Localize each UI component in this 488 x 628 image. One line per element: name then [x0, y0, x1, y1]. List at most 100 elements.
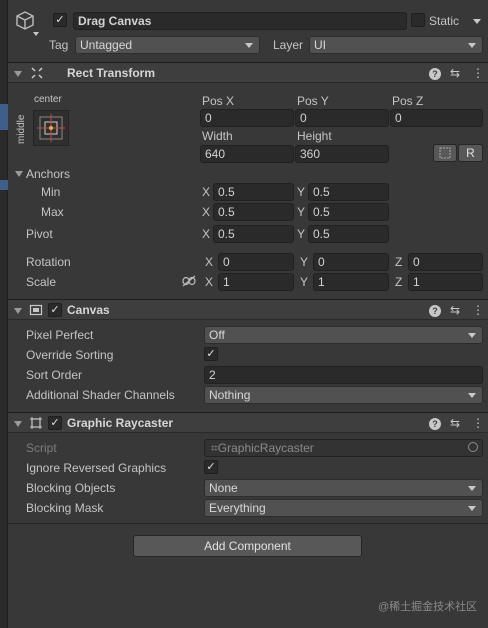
sort-order-label: Sort Order	[26, 368, 83, 382]
max-label: Max	[41, 205, 64, 219]
script-field: ⌗GraphicRaycaster	[204, 439, 483, 457]
pivot-y-axis: Y	[297, 227, 306, 241]
blocking-objects-dropdown[interactable]: None	[204, 479, 483, 497]
width-label: Width	[202, 129, 233, 143]
sort-order-field[interactable]: 2	[204, 366, 483, 384]
chevron-down-icon	[245, 43, 253, 48]
min-y-field[interactable]: 0.5	[308, 183, 389, 201]
rect-transform-header[interactable]: Rect Transform ? ⇆ ⋮	[8, 62, 488, 83]
layer-label: Layer	[273, 38, 304, 52]
rect-transform-icon	[30, 66, 44, 83]
script-value: GraphicRaycaster	[217, 441, 314, 455]
watermark: @稀土掘金技术社区	[378, 601, 478, 613]
override-sorting-checkbox[interactable]: ✓	[204, 347, 218, 361]
override-sorting-label: Override Sorting	[26, 348, 114, 362]
height-label: Height	[297, 129, 332, 143]
script-icon: ⌗	[211, 441, 218, 455]
active-checkbox[interactable]: ✓	[53, 13, 67, 27]
pos-z-field[interactable]: 0	[390, 109, 483, 127]
graphic-raycaster-header[interactable]: ✓ Graphic Raycaster ? ⇆ ⋮	[8, 412, 488, 433]
layer-dropdown[interactable]: UI	[309, 36, 483, 54]
max-y-field[interactable]: 0.5	[308, 203, 389, 221]
static-checkbox[interactable]	[411, 13, 425, 27]
rot-z-field[interactable]: 0	[408, 253, 483, 271]
tag-dropdown[interactable]: Untagged	[75, 36, 260, 54]
left-panel-edge	[0, 0, 8, 628]
help-icon[interactable]: ?	[429, 305, 441, 317]
more-options-icon[interactable]: ⋮	[472, 66, 484, 80]
ignore-reversed-label: Ignore Reversed Graphics	[26, 461, 167, 475]
chevron-down-icon	[468, 486, 476, 491]
blocking-objects-value: None	[209, 481, 238, 495]
static-label: Static	[429, 14, 460, 28]
icon-dropdown-arrow-icon[interactable]	[33, 32, 39, 36]
canvas-icon	[29, 303, 43, 320]
presets-icon[interactable]: ⇆	[450, 66, 460, 80]
scale-y-field[interactable]: 1	[313, 273, 389, 291]
static-dropdown-arrow-icon[interactable]	[473, 19, 481, 24]
help-icon[interactable]: ?	[429, 68, 441, 80]
blocking-mask-label: Blocking Mask	[26, 501, 104, 515]
anchor-preset-button[interactable]	[33, 110, 69, 146]
pos-z-label: Pos Z	[392, 94, 424, 108]
presets-icon[interactable]: ⇆	[450, 303, 460, 317]
blocking-mask-value: Everything	[209, 501, 266, 515]
presets-icon[interactable]: ⇆	[450, 416, 460, 430]
anchors-label: Anchors	[26, 167, 71, 181]
scale-x-field[interactable]: 1	[218, 273, 294, 291]
gameobject-icon	[14, 10, 36, 32]
rot-z-axis: Z	[395, 255, 403, 269]
raycaster-enabled-checkbox[interactable]: ✓	[48, 416, 62, 430]
more-options-icon[interactable]: ⋮	[472, 303, 484, 317]
layer-value: UI	[314, 38, 326, 52]
pos-y-field[interactable]: 0	[295, 109, 389, 127]
rot-x-axis: X	[205, 255, 214, 269]
add-component-button[interactable]: Add Component	[133, 535, 362, 557]
anchor-preset-v-label: middle	[16, 114, 27, 144]
pivot-y-field[interactable]: 0.5	[308, 225, 389, 243]
rot-x-field[interactable]: 0	[218, 253, 294, 271]
pos-x-field[interactable]: 0	[200, 109, 294, 127]
canvas-enabled-checkbox[interactable]: ✓	[48, 303, 62, 317]
max-x-field[interactable]: 0.5	[213, 203, 294, 221]
rot-y-axis: Y	[300, 255, 309, 269]
tag-value: Untagged	[80, 38, 133, 52]
script-label: Script	[26, 441, 57, 455]
chevron-down-icon	[468, 393, 476, 398]
shader-channels-label: Additional Shader Channels	[26, 388, 175, 402]
width-field[interactable]: 640	[200, 145, 294, 163]
shader-channels-dropdown[interactable]: Nothing	[204, 386, 483, 404]
min-y-axis: Y	[297, 185, 306, 199]
scale-z-field[interactable]: 1	[408, 273, 483, 291]
rotation-label: Rotation	[26, 255, 71, 269]
object-picker-icon[interactable]	[468, 442, 478, 452]
ignore-reversed-checkbox[interactable]: ✓	[204, 460, 218, 474]
blocking-mask-dropdown[interactable]: Everything	[204, 499, 483, 517]
canvas-title: Canvas	[67, 303, 110, 317]
divider	[8, 523, 488, 524]
rot-y-field[interactable]: 0	[313, 253, 389, 271]
scale-x-axis: X	[205, 275, 214, 289]
constrain-proportions-icon[interactable]	[182, 275, 196, 290]
more-options-icon[interactable]: ⋮	[472, 416, 484, 430]
canvas-header[interactable]: ✓ Canvas ? ⇆ ⋮	[8, 299, 488, 320]
chevron-down-icon	[468, 43, 476, 48]
shader-channels-value: Nothing	[209, 388, 251, 402]
foldout-arrow-icon[interactable]	[14, 421, 22, 427]
help-icon[interactable]: ?	[429, 418, 441, 430]
foldout-arrow-icon[interactable]	[14, 308, 22, 314]
raycaster-icon	[29, 416, 43, 433]
height-field[interactable]: 360	[295, 145, 389, 163]
max-x-axis: X	[202, 205, 211, 219]
min-x-field[interactable]: 0.5	[213, 183, 294, 201]
pixel-perfect-dropdown[interactable]: Off	[204, 326, 483, 344]
object-name-field[interactable]: Drag Canvas	[73, 12, 407, 30]
pixel-perfect-value: Off	[209, 328, 225, 342]
raw-edit-button[interactable]: R	[458, 144, 483, 162]
blocking-objects-label: Blocking Objects	[26, 481, 116, 495]
blueprint-mode-button[interactable]	[433, 144, 457, 162]
foldout-arrow-icon[interactable]	[14, 71, 22, 77]
pivot-x-field[interactable]: 0.5	[213, 225, 294, 243]
selection-marker	[0, 180, 8, 190]
anchors-foldout-icon[interactable]	[15, 171, 23, 177]
